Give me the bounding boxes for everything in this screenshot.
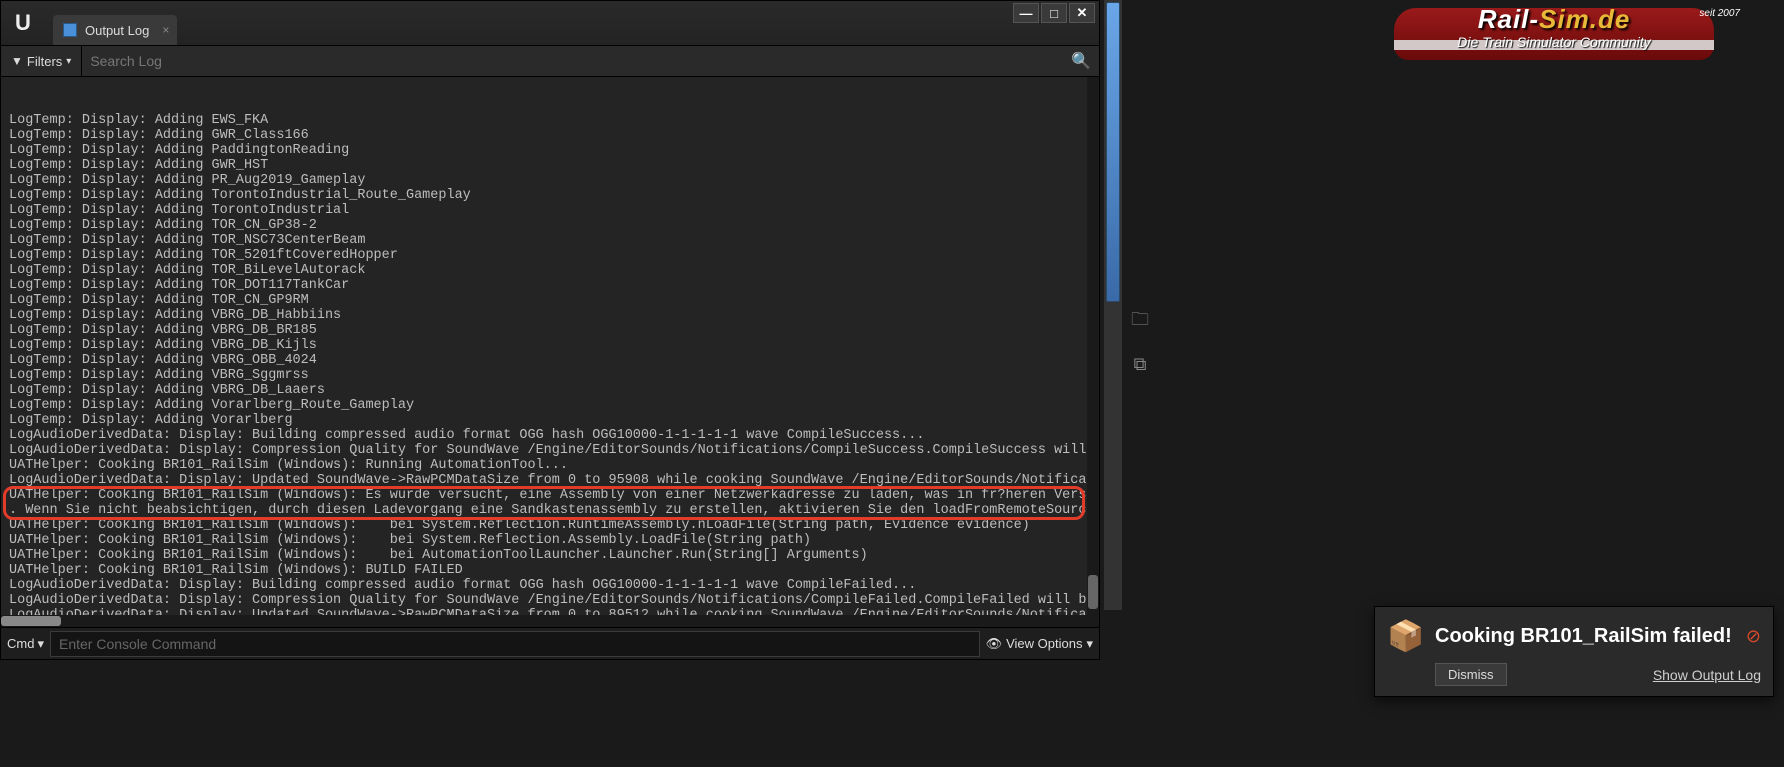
view-options-label: View Options bbox=[1006, 636, 1082, 651]
log-line: LogTemp: Display: Adding TOR_CN_GP38-2 bbox=[9, 218, 1091, 233]
log-line: LogAudioDerivedData: Display: Building c… bbox=[9, 428, 1091, 443]
toast-title: Cooking BR101_RailSim failed! bbox=[1435, 625, 1736, 648]
console-icon bbox=[63, 23, 77, 37]
eye-icon: 👁 bbox=[986, 636, 1003, 652]
show-output-log-link[interactable]: Show Output Log bbox=[1653, 667, 1761, 683]
side-icon-strip: 🗀 ⧉ bbox=[1128, 310, 1152, 376]
tab-label: Output Log bbox=[85, 23, 149, 38]
filters-button[interactable]: ▼ Filters ▾ bbox=[1, 46, 82, 76]
chevron-down-icon: ▾ bbox=[37, 636, 44, 652]
log-line: LogTemp: Display: Adding TOR_5201ftCover… bbox=[9, 248, 1091, 263]
logo-text-rail: Rail- bbox=[1478, 4, 1539, 34]
log-line: LogAudioDerivedData: Display: Compressio… bbox=[9, 593, 1091, 608]
filters-label: Filters bbox=[27, 54, 62, 69]
folder-icon[interactable]: 🗀 bbox=[1128, 310, 1152, 334]
chevron-down-icon: ▾ bbox=[1086, 636, 1093, 652]
chevron-down-icon: ▾ bbox=[66, 56, 71, 67]
unreal-logo-icon: U bbox=[1, 1, 45, 45]
log-line: LogAudioDerivedData: Display: Building c… bbox=[9, 578, 1091, 593]
maximize-button[interactable]: □ bbox=[1041, 3, 1067, 23]
log-line: LogTemp: Display: Adding TorontoIndustri… bbox=[9, 203, 1091, 218]
log-line: LogTemp: Display: Adding VBRG_DB_Kijls bbox=[9, 338, 1091, 353]
log-line: LogTemp: Display: Adding VBRG_OBB_4024 bbox=[9, 353, 1091, 368]
logo-tagline: Die Train Simulator Community bbox=[1384, 34, 1724, 50]
log-line: LogTemp: Display: Adding PaddingtonReadi… bbox=[9, 143, 1091, 158]
log-line: LogAudioDerivedData: Display: Compressio… bbox=[9, 443, 1091, 458]
railsim-logo: Rail-Sim.de Die Train Simulator Communit… bbox=[1384, 0, 1724, 70]
cooking-failed-toast: 📦 Cooking BR101_RailSim failed! ⊘ Dismis… bbox=[1374, 606, 1774, 697]
log-line: LogTemp: Display: Adding PR_Aug2019_Game… bbox=[9, 173, 1091, 188]
horizontal-scrollbar-thumb[interactable] bbox=[1, 616, 61, 626]
console-command-bar: Cmd ▾ 👁 View Options ▾ bbox=[1, 627, 1099, 659]
funnel-icon: ▼ bbox=[11, 54, 23, 68]
log-line: LogTemp: Display: Adding Vorarlberg bbox=[9, 413, 1091, 428]
vertical-scrollbar-thumb[interactable] bbox=[1088, 575, 1098, 609]
minimize-button[interactable]: — bbox=[1013, 3, 1039, 23]
log-line: UATHelper: Cooking BR101_RailSim (Window… bbox=[9, 518, 1091, 533]
dismiss-button[interactable]: Dismiss bbox=[1435, 663, 1507, 686]
search-icon[interactable]: 🔍 bbox=[1071, 51, 1091, 71]
close-tab-icon[interactable]: × bbox=[162, 23, 169, 37]
log-line: LogTemp: Display: Adding TOR_DOT117TankC… bbox=[9, 278, 1091, 293]
log-line: UATHelper: Cooking BR101_RailSim (Window… bbox=[9, 458, 1091, 473]
log-line: LogTemp: Display: Adding TOR_BiLevelAuto… bbox=[9, 263, 1091, 278]
horizontal-scrollbar[interactable] bbox=[1, 615, 1087, 627]
output-log-tab[interactable]: Output Log × bbox=[53, 15, 177, 45]
log-line: LogTemp: Display: Adding GWR_Class166 bbox=[9, 128, 1091, 143]
log-line: UATHelper: Cooking BR101_RailSim (Window… bbox=[9, 563, 1091, 578]
log-line: LogTemp: Display: Adding GWR_HST bbox=[9, 158, 1091, 173]
log-line: LogTemp: Display: Adding VBRG_DB_BR185 bbox=[9, 323, 1091, 338]
logo-since: seit 2007 bbox=[1699, 8, 1740, 19]
log-line: UATHelper: Cooking BR101_RailSim (Window… bbox=[9, 533, 1091, 548]
output-log-window: U Output Log × — □ ✕ ▼ Filters ▾ 🔍 LogTe… bbox=[0, 0, 1100, 660]
log-line: LogTemp: Display: Adding VBRG_DB_Habbiin… bbox=[9, 308, 1091, 323]
outer-scrollbar-thumb[interactable] bbox=[1106, 2, 1120, 302]
view-options-button[interactable]: 👁 View Options ▾ bbox=[986, 636, 1093, 652]
log-line: LogTemp: Display: Adding Vorarlberg_Rout… bbox=[9, 398, 1091, 413]
search-box: 🔍 bbox=[82, 51, 1099, 71]
log-line: LogTemp: Display: Adding TOR_NSC73Center… bbox=[9, 233, 1091, 248]
log-toolbar: ▼ Filters ▾ 🔍 bbox=[1, 45, 1099, 77]
cmd-label: Cmd bbox=[7, 636, 34, 651]
package-icon: 📦 bbox=[1387, 617, 1425, 655]
console-command-input[interactable] bbox=[50, 631, 980, 657]
warning-icon: ⊘ bbox=[1746, 626, 1761, 647]
log-area: LogTemp: Display: Adding EWS_FKALogTemp:… bbox=[1, 77, 1099, 627]
log-line: LogAudioDerivedData: Display: Updated So… bbox=[9, 473, 1091, 488]
log-line: UATHelper: Cooking BR101_RailSim (Window… bbox=[9, 488, 1091, 503]
logo-text-sim: Sim.de bbox=[1539, 4, 1630, 34]
log-line: LogTemp: Display: Adding TorontoIndustri… bbox=[9, 188, 1091, 203]
titlebar: U Output Log × — □ ✕ bbox=[1, 1, 1099, 45]
log-line: UATHelper: Cooking BR101_RailSim (Window… bbox=[9, 548, 1091, 563]
search-input[interactable] bbox=[90, 53, 1071, 69]
vertical-scrollbar[interactable] bbox=[1087, 77, 1099, 627]
log-line: LogTemp: Display: Adding EWS_FKA bbox=[9, 113, 1091, 128]
log-line: LogTemp: Display: Adding VBRG_DB_Laaers bbox=[9, 383, 1091, 398]
cmd-dropdown[interactable]: Cmd ▾ bbox=[7, 636, 44, 652]
outer-vertical-scrollbar[interactable] bbox=[1104, 0, 1122, 610]
log-line: . Wenn Sie nicht beabsichtigen, durch di… bbox=[9, 503, 1091, 518]
log-line: LogTemp: Display: Adding TOR_CN_GP9RM bbox=[9, 293, 1091, 308]
layers-icon[interactable]: ⧉ bbox=[1128, 352, 1152, 376]
log-line: LogTemp: Display: Adding VBRG_Sggmrss bbox=[9, 368, 1091, 383]
close-button[interactable]: ✕ bbox=[1069, 3, 1095, 23]
